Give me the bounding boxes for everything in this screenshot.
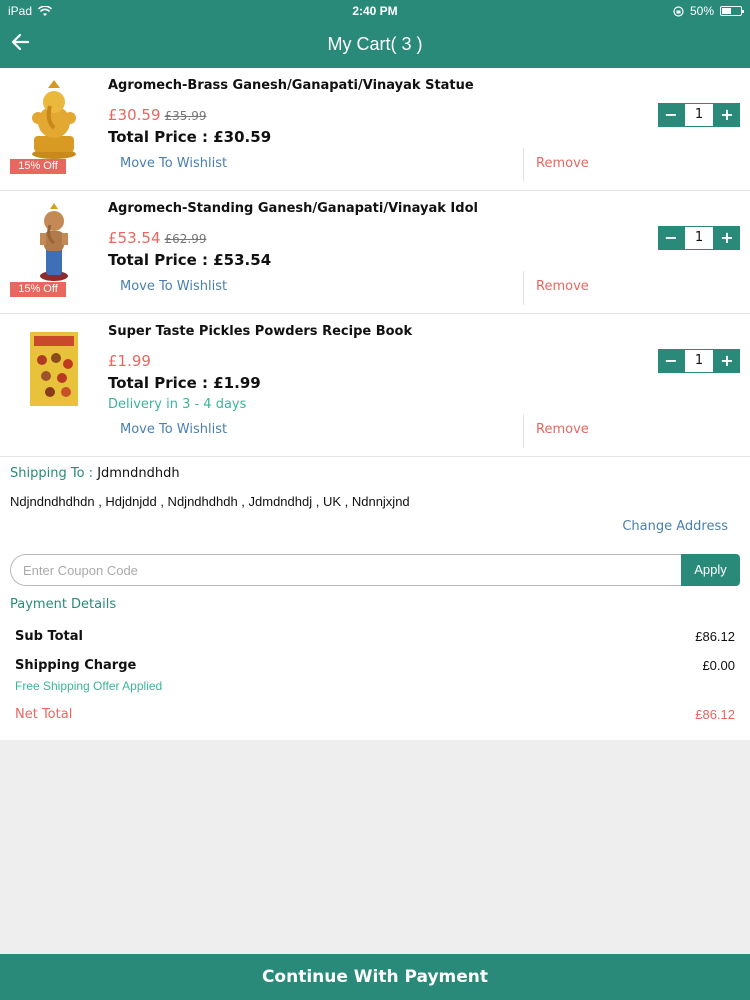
apply-coupon-button[interactable]: Apply xyxy=(681,554,740,586)
product-name[interactable]: Agromech-Standing Ganesh/Ganapati/Vinaya… xyxy=(108,201,478,216)
original-price: £62.99 xyxy=(164,232,207,246)
cart-item: 15% Off Agromech-Brass Ganesh/Ganapati/V… xyxy=(0,68,750,191)
quantity-stepper: − 1 + xyxy=(658,103,740,127)
divider xyxy=(523,148,524,182)
quantity-stepper: − 1 + xyxy=(658,349,740,373)
shipping-name: Jdmndndhdh xyxy=(97,466,180,481)
price-line: £30.59 £35.99 xyxy=(108,106,207,124)
nav-bar: My Cart( 3 ) xyxy=(0,22,750,68)
total-price: Total Price : £30.59 xyxy=(108,128,272,146)
divider xyxy=(523,414,524,448)
ganesh-idol-image xyxy=(40,203,68,281)
shipping-charge-value: £0.00 xyxy=(702,658,735,673)
sub-total-label: Sub Total xyxy=(15,629,83,644)
continue-with-payment-button[interactable]: Continue With Payment xyxy=(0,954,750,1000)
recipe-book-image xyxy=(30,332,78,406)
current-price: £30.59 xyxy=(108,106,161,124)
product-image[interactable] xyxy=(10,332,98,442)
shipping-to: Shipping To : Jdmndndhdh xyxy=(10,466,180,481)
cart-content: 15% Off Agromech-Brass Ganesh/Ganapati/V… xyxy=(0,68,750,740)
coupon-code-input[interactable] xyxy=(10,554,681,586)
cart-item: Super Taste Pickles Powders Recipe Book … xyxy=(0,314,750,457)
quantity-value[interactable]: 1 xyxy=(685,104,713,126)
discount-badge: 15% Off xyxy=(10,159,66,174)
total-price: Total Price : £53.54 xyxy=(108,251,272,269)
current-price: £53.54 xyxy=(108,229,161,247)
coupon-form: Apply xyxy=(10,554,740,586)
shipping-charge-label: Shipping Charge xyxy=(15,658,137,673)
remove-button[interactable]: Remove xyxy=(536,279,589,294)
product-name[interactable]: Agromech-Brass Ganesh/Ganapati/Vinayak S… xyxy=(108,78,474,93)
decrement-button[interactable]: − xyxy=(664,353,678,369)
net-total-label: Net Total xyxy=(15,707,73,722)
battery-percent: 50% xyxy=(689,4,714,18)
move-to-wishlist-button[interactable]: Move To Wishlist xyxy=(120,279,227,294)
free-shipping-note: Free Shipping Offer Applied xyxy=(15,679,163,693)
status-time: 2:40 PM xyxy=(352,4,398,18)
divider xyxy=(523,271,524,305)
total-price: Total Price : £1.99 xyxy=(108,374,261,392)
price-line: £53.54 £62.99 xyxy=(108,229,207,247)
price-line: £1.99 xyxy=(108,352,155,370)
discount-badge: 15% Off xyxy=(10,282,66,297)
net-total-value: £86.12 xyxy=(695,707,735,722)
delivery-estimate: Delivery in 3 - 4 days xyxy=(108,397,247,412)
move-to-wishlist-button[interactable]: Move To Wishlist xyxy=(120,156,227,171)
quantity-value[interactable]: 1 xyxy=(685,350,713,372)
cart-item: 15% Off Agromech-Standing Ganesh/Ganapat… xyxy=(0,191,750,314)
change-address-button[interactable]: Change Address xyxy=(622,519,728,534)
shipping-address: Ndjndndhdhdn , Hdjdnjdd , Ndjndhdhdh , J… xyxy=(10,494,410,509)
orientation-lock-icon xyxy=(673,5,684,17)
product-name[interactable]: Super Taste Pickles Powders Recipe Book xyxy=(108,324,412,339)
current-price: £1.99 xyxy=(108,352,151,370)
shipping-label: Shipping To : xyxy=(10,466,98,481)
payment-details-title: Payment Details xyxy=(10,597,117,612)
quantity-value[interactable]: 1 xyxy=(685,227,713,249)
increment-button[interactable]: + xyxy=(720,107,734,123)
increment-button[interactable]: + xyxy=(720,230,734,246)
decrement-button[interactable]: − xyxy=(664,107,678,123)
remove-button[interactable]: Remove xyxy=(536,422,589,437)
decrement-button[interactable]: − xyxy=(664,230,678,246)
increment-button[interactable]: + xyxy=(720,353,734,369)
original-price: £35.99 xyxy=(164,109,207,123)
battery-icon xyxy=(720,6,744,16)
status-bar: iPad 2:40 PM 50% xyxy=(0,0,750,22)
quantity-stepper: − 1 + xyxy=(658,226,740,250)
ganesh-statue-image xyxy=(32,80,76,159)
sub-total-value: £86.12 xyxy=(695,629,735,644)
move-to-wishlist-button[interactable]: Move To Wishlist xyxy=(120,422,227,437)
page-title: My Cart( 3 ) xyxy=(327,34,423,54)
remove-button[interactable]: Remove xyxy=(536,156,589,171)
